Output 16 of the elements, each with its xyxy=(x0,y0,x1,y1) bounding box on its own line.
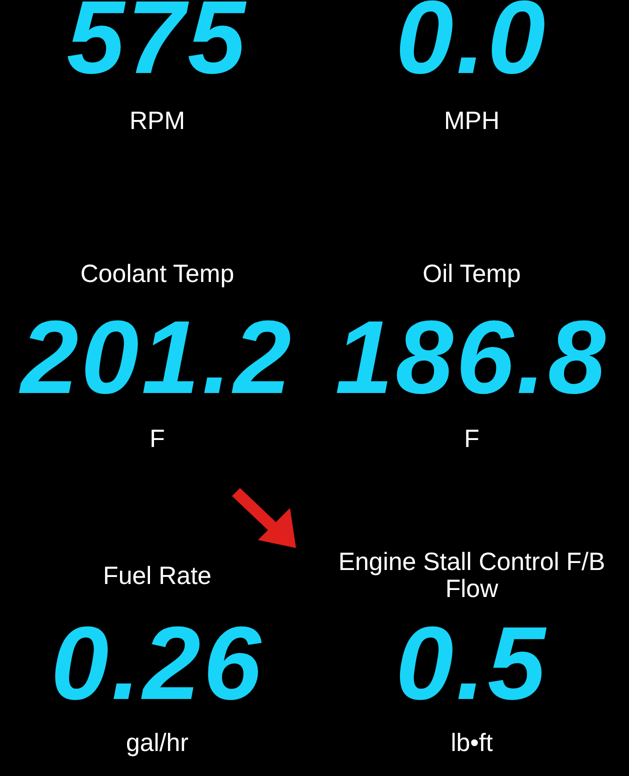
gauge-label: F xyxy=(150,426,165,453)
gauge-value: 0.26 xyxy=(50,616,264,712)
gauge-value: 186.8 xyxy=(335,310,608,406)
gauge-label: F xyxy=(464,426,480,453)
gauge-value: 201.2 xyxy=(20,310,294,406)
gauge-label: Engine Stall Control F/B Flow xyxy=(337,549,606,603)
gauge-label: gal/hr xyxy=(126,730,189,757)
gauge-label: Fuel Rate xyxy=(103,562,212,590)
gauge-value: 575 xyxy=(66,0,248,86)
gauge-label: Coolant Temp xyxy=(80,260,234,288)
gauge-value: 0.5 xyxy=(396,616,548,712)
gauge-label: MPH xyxy=(444,108,500,135)
gauge-label: RPM xyxy=(129,108,186,135)
gauge-label: Oil Temp xyxy=(422,260,521,288)
gauge-label: lb•ft xyxy=(450,730,493,757)
gauge-value: 0.0 xyxy=(396,0,548,86)
